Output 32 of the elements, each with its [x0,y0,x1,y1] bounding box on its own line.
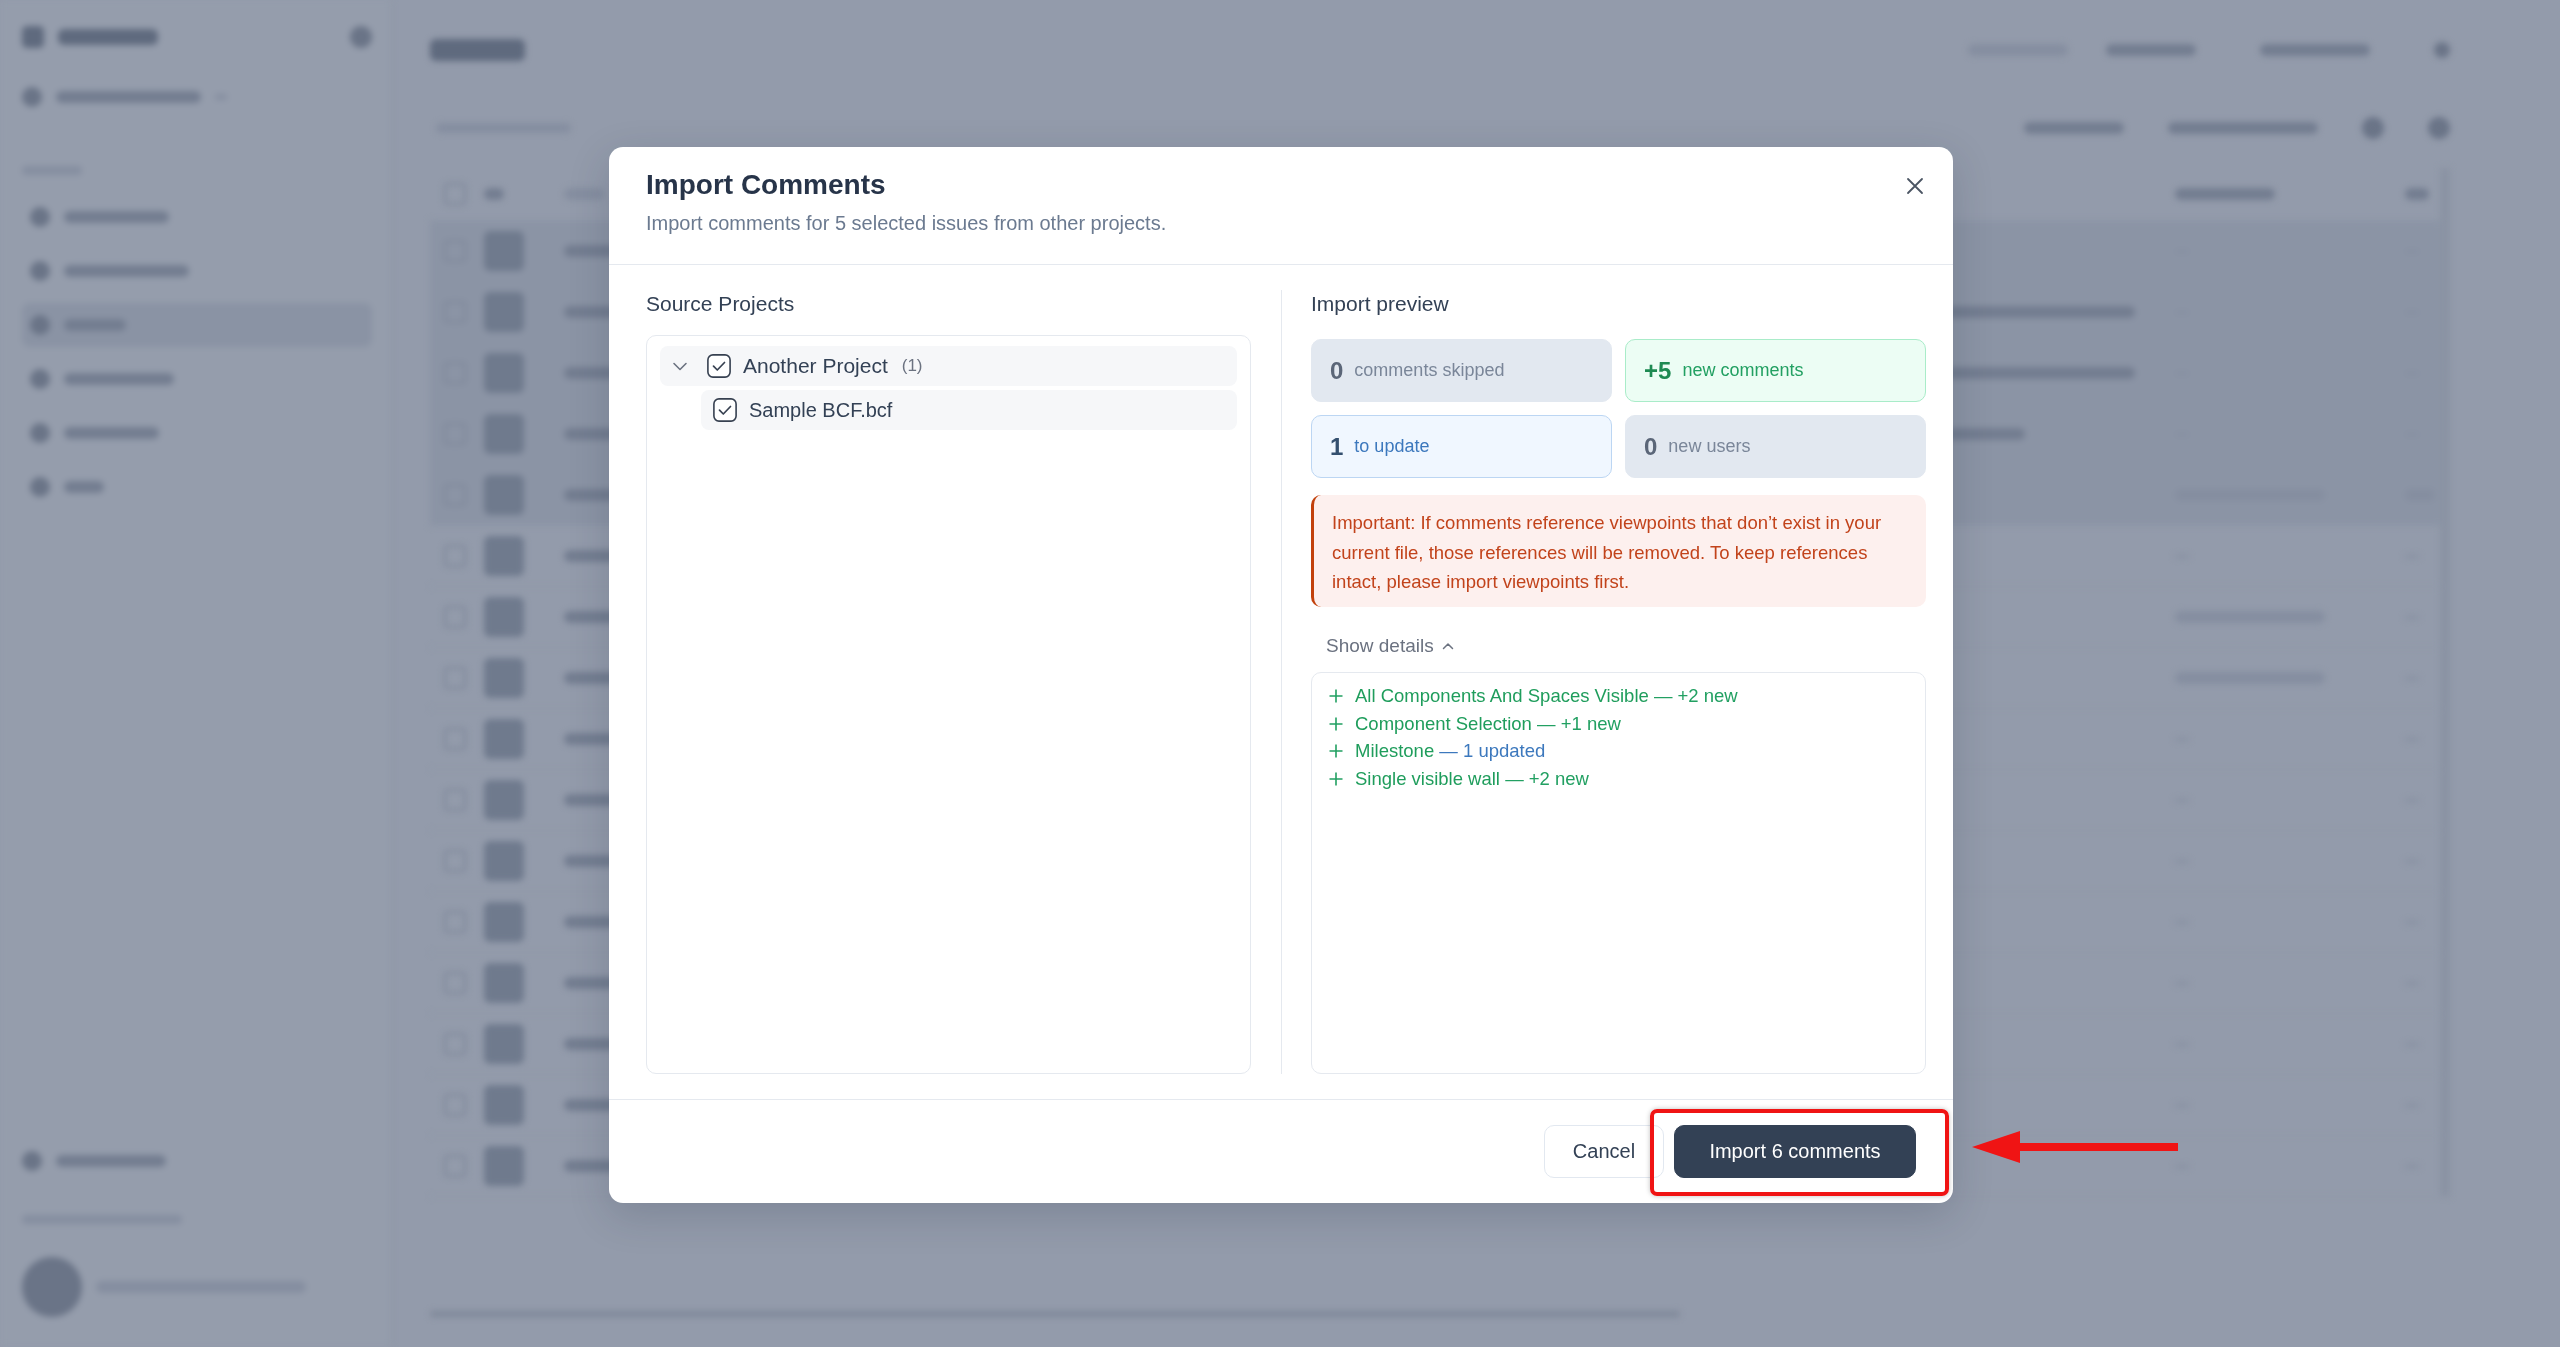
section-heading: Source Projects [646,291,795,317]
stat-label: to update [1354,436,1430,457]
stat-label: new comments [1682,360,1804,381]
stat-value: 0 [1330,356,1344,385]
stat-label: new users [1668,436,1751,457]
show-details-button[interactable]: Show details [1311,631,1469,660]
checkbox[interactable] [713,398,737,422]
import-detail-text: Component Selection — +1 new [1355,712,1621,735]
import-detail-text: All Components And Spaces Visible — +2 new [1355,685,1738,708]
stat-value: 1 [1330,432,1344,461]
item-count: (1) [901,356,923,376]
stat-label: comments skipped [1354,360,1505,381]
dialog-subtitle: Import comments for 5 selected issues from other projects. [646,211,1167,236]
plus-icon [1329,771,1343,786]
checkbox[interactable] [707,354,731,378]
plus-icon [1329,744,1343,759]
project-name: Sample BCF.bcf [749,398,893,422]
stat-value: +5 [1644,356,1672,385]
cancel-button[interactable]: Cancel [1544,1125,1664,1178]
stat-value: 0 [1644,432,1658,461]
tree-item[interactable]: Another Project (1) [660,346,1237,386]
plus-icon [1329,689,1343,704]
warning-message: Important: If comments reference viewpoints that don’t exist in your current file, those references will be removed. To keep references intact, please import viewpoints first. [1311,495,1926,607]
project-name: Another Project [743,354,888,378]
tree-item[interactable]: Sample BCF.bcf [701,390,1237,430]
dialog-title: Import Comments [646,168,886,202]
close-icon[interactable] [1906,177,1924,195]
import-button[interactable]: Import 6 comments [1674,1125,1916,1178]
import-detail-text: Single visible wall — +2 new [1355,767,1589,790]
plus-icon [1329,716,1343,731]
import-detail-text: Milestone — 1 updated [1355,740,1546,763]
section-heading: Import preview [1311,291,1449,317]
